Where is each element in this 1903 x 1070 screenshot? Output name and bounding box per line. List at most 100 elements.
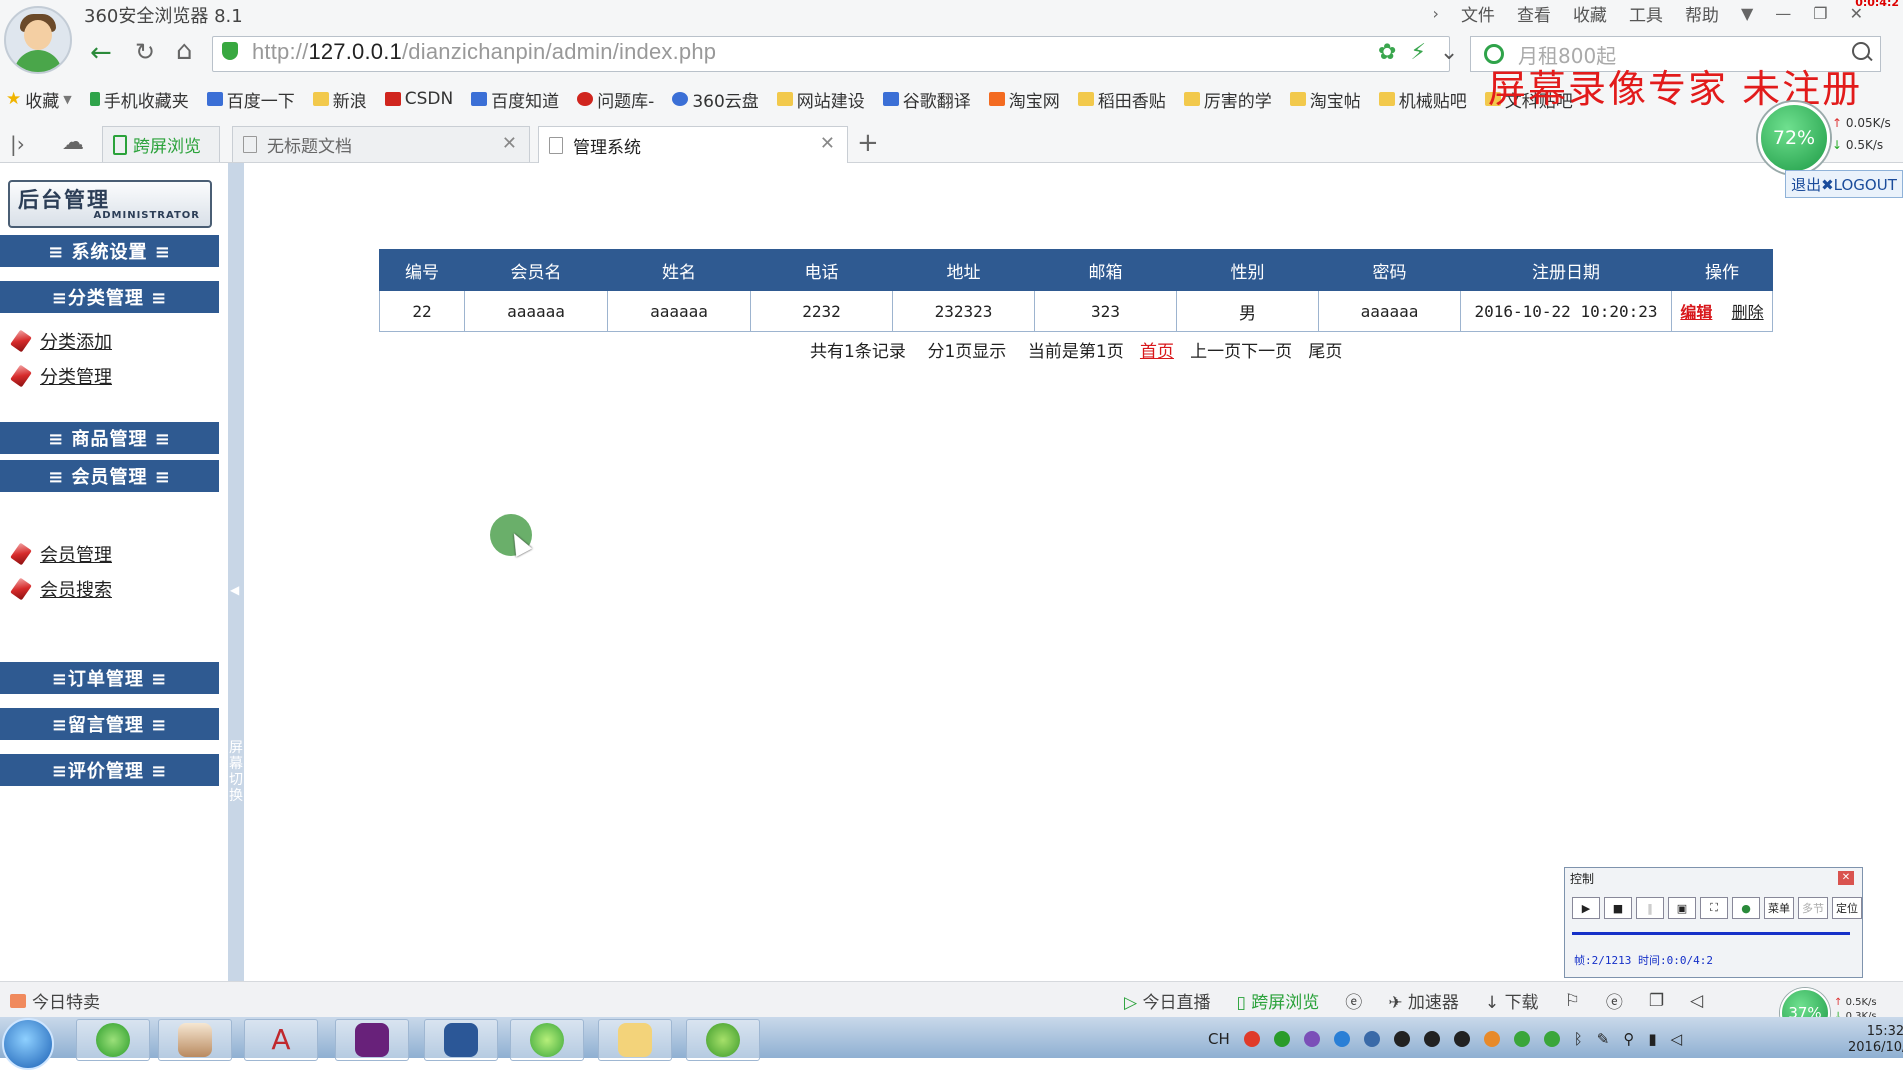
link-category-manage[interactable]: 分类管理 — [10, 363, 112, 389]
taskbar-visual-studio[interactable] — [335, 1019, 409, 1061]
bookmark-web-build[interactable]: 网站建设 — [776, 86, 865, 112]
menu-review[interactable]: ≡评价管理 ≡ — [0, 754, 219, 786]
recorder-close-icon[interactable]: ✕ — [1838, 871, 1854, 885]
back-icon[interactable]: ← — [90, 38, 112, 68]
chevron-right-icon[interactable]: › — [1433, 4, 1439, 23]
menu-product[interactable]: ≡ 商品管理 ≡ — [0, 422, 219, 454]
taskbar-word[interactable] — [424, 1019, 498, 1061]
taskbar-app-a[interactable]: A — [244, 1019, 318, 1061]
sogou-icon[interactable] — [1243, 1031, 1260, 1047]
pager-last[interactable]: 尾页 — [1308, 342, 1342, 362]
flag-icon[interactable]: ⚐ — [1565, 991, 1580, 1011]
usb-icon[interactable]: ⚲ — [1623, 1030, 1634, 1048]
collapse-arrow-icon[interactable]: ◀ — [230, 583, 239, 597]
tab-untitled[interactable]: 无标题文档 ✕ — [232, 126, 530, 162]
user-avatar[interactable] — [4, 6, 72, 74]
start-button[interactable] — [2, 1018, 54, 1070]
menu-order[interactable]: ≡订单管理 ≡ — [0, 662, 219, 694]
speed-mode-icon[interactable]: ⚡ — [1410, 40, 1425, 65]
bookmark-favorites[interactable]: ★ 收藏 ▼ — [6, 86, 72, 112]
bookmark-360-cloud[interactable]: 360云盘 — [672, 86, 759, 112]
pause-icon[interactable]: ‖ — [1636, 897, 1664, 919]
link-category-add[interactable]: 分类添加 — [10, 328, 112, 354]
shirt-icon[interactable]: ▼ — [1741, 4, 1753, 23]
bluetooth-icon[interactable]: ᛒ — [1574, 1030, 1583, 1048]
qq-icon[interactable] — [1423, 1031, 1440, 1047]
ie-icon[interactable]: ⓔ — [1345, 988, 1362, 1013]
window-icon[interactable]: ▣ — [1668, 897, 1696, 919]
refresh-icon[interactable]: ↻ — [135, 38, 155, 66]
window-icon[interactable]: ❐ — [1649, 991, 1664, 1011]
pager-prev-next[interactable]: 上一页下一页 — [1190, 342, 1292, 362]
globe-icon[interactable]: ● — [1732, 897, 1760, 919]
recorder-multi-button[interactable]: 多节 — [1798, 897, 1828, 919]
menu-help[interactable]: 帮助 — [1685, 1, 1719, 26]
logout-button[interactable]: 退出✖LOGOUT — [1785, 170, 1903, 198]
bookmark-wentiku[interactable]: 问题库- — [577, 86, 654, 112]
stop-icon[interactable]: ■ — [1604, 897, 1632, 919]
menu-file[interactable]: 文件 — [1461, 1, 1495, 26]
menu-system-settings[interactable]: ≡ 系统设置 ≡ — [0, 235, 219, 267]
taskbar-360-browser[interactable] — [76, 1019, 150, 1061]
new-tab-icon[interactable]: + — [857, 128, 879, 158]
link-member-search[interactable]: 会员搜索 — [10, 576, 112, 602]
recorder-locate-button[interactable]: 定位 — [1832, 897, 1862, 919]
status-live[interactable]: ▷ 今日直播 — [1124, 988, 1210, 1013]
chevron-down-icon[interactable]: ⌄ — [1440, 40, 1458, 65]
cloud-icon[interactable]: ☁ — [62, 130, 84, 155]
bookmark-google-translate[interactable]: 谷歌翻译 — [882, 86, 971, 112]
bookmark-baidu-zhidao[interactable]: 百度知道 — [471, 86, 559, 112]
compat-mode-icon[interactable]: ✿ — [1378, 40, 1396, 65]
network-icon[interactable]: ▮ — [1648, 1030, 1656, 1048]
cap-icon[interactable] — [1363, 1031, 1380, 1047]
qq-icon[interactable] — [1393, 1031, 1410, 1047]
k-icon[interactable] — [1333, 1031, 1350, 1047]
menu-member[interactable]: ≡ 会员管理 ≡ — [0, 460, 219, 492]
status-cross-screen[interactable]: ▯ 跨屏浏览 — [1236, 988, 1319, 1013]
vs-tray-icon[interactable] — [1303, 1031, 1320, 1047]
menu-favorites[interactable]: 收藏 — [1573, 1, 1607, 26]
menu-view[interactable]: 查看 — [1517, 1, 1551, 26]
url-text[interactable]: http://127.0.0.1/dianzichanpin/admin/ind… — [252, 39, 716, 65]
tray-app-icon[interactable]: ✎ — [1597, 1030, 1610, 1048]
tray-app-icon[interactable] — [1273, 1031, 1290, 1047]
plus-icon[interactable] — [1513, 1031, 1530, 1047]
volume-icon[interactable]: ◁ — [1671, 1030, 1683, 1048]
bookmark-taobao-tie[interactable]: 淘宝帖 — [1289, 86, 1361, 112]
qq-icon[interactable] — [1453, 1031, 1470, 1047]
taskbar-photo[interactable] — [158, 1019, 232, 1061]
bookmark-mobile[interactable]: 手机收藏夹 — [89, 86, 189, 112]
status-download[interactable]: ↓ 下载 — [1485, 988, 1539, 1013]
maximize-icon[interactable]: ❐ — [1813, 4, 1827, 23]
bookmark-jixie[interactable]: 机械贴吧 — [1378, 86, 1467, 112]
close-tab-icon[interactable]: ✕ — [820, 133, 835, 154]
taskbar-360-safe[interactable] — [510, 1019, 584, 1061]
bookmark-taobao[interactable]: 淘宝网 — [988, 86, 1060, 112]
pager-first-link[interactable]: 首页 — [1140, 342, 1174, 362]
bookmark-baidu[interactable]: 百度一下 — [206, 86, 295, 112]
minimize-icon[interactable]: — — [1775, 4, 1791, 23]
recorder-timeline[interactable] — [1572, 932, 1850, 935]
menu-category[interactable]: ≡分类管理 ≡ — [0, 281, 219, 313]
recorder-menu-button[interactable]: 菜单 — [1764, 897, 1794, 919]
play-icon[interactable]: ▶ — [1572, 897, 1600, 919]
delete-link[interactable]: 删除 — [1732, 303, 1764, 322]
speed-ball[interactable]: 72% — [1758, 102, 1830, 174]
frame-splitter[interactable] — [228, 163, 244, 981]
status-deals[interactable]: 今日特卖 — [10, 988, 100, 1013]
menu-message[interactable]: ≡留言管理 ≡ — [0, 708, 219, 740]
splitter-label[interactable]: 屏幕切换 — [229, 740, 243, 804]
taskbar-explorer[interactable] — [598, 1019, 672, 1061]
browser-icon[interactable]: ⓔ — [1606, 988, 1623, 1013]
tray-app-icon[interactable] — [1483, 1031, 1500, 1047]
sidebar-toggle-icon[interactable]: |› — [10, 132, 25, 156]
tab-cross-screen[interactable]: 跨屏浏览 — [102, 126, 220, 162]
link-member-manage[interactable]: 会员管理 — [10, 541, 112, 567]
speaker-icon[interactable]: ◁ — [1690, 991, 1703, 1011]
bookmark-sina[interactable]: 新浪 — [312, 86, 367, 112]
fullscreen-icon[interactable]: ⛶ — [1700, 897, 1728, 919]
status-accelerator[interactable]: ✈ 加速器 — [1388, 988, 1459, 1013]
bookmark-daotian[interactable]: 稻田香贴 — [1077, 86, 1166, 112]
edit-link[interactable]: 编辑 — [1680, 303, 1712, 322]
360-shield-icon[interactable] — [1543, 1031, 1560, 1047]
